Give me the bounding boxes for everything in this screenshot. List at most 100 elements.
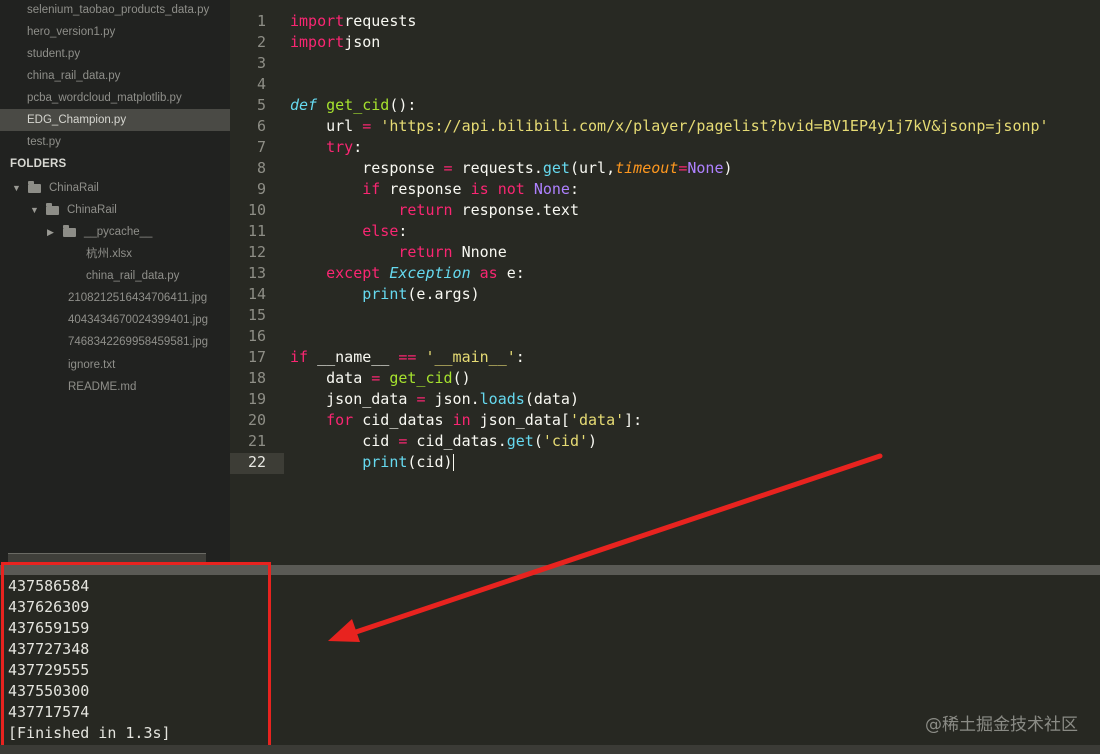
code-token: cid_datas xyxy=(353,411,453,429)
code-line[interactable]: for cid_datas in json_data['data']: xyxy=(290,410,642,431)
folder-icon xyxy=(63,224,76,237)
open-file-item[interactable]: selenium_taobao_products_data.py xyxy=(0,0,230,21)
tree-file[interactable]: china_rail_data.py xyxy=(86,265,179,287)
code-line[interactable]: print(e.args) xyxy=(290,284,479,305)
tree-file[interactable]: 杭州.xlsx xyxy=(86,243,132,265)
code-editor[interactable]: 1 2 3 4 5 6 7 8 9 10 11 12 13 14 15 16 17 18 19 20 21 22 impo… xyxy=(230,0,1100,565)
line-number: 8 xyxy=(256,159,266,177)
code-token: for xyxy=(326,411,354,429)
code-token: response xyxy=(290,159,444,177)
code-line[interactable]: return response.text xyxy=(290,200,579,221)
code-token: get_cid xyxy=(389,369,453,387)
tree-file[interactable]: ignore.txt xyxy=(68,354,115,376)
tree-file[interactable]: 4043434670024399401.jpg xyxy=(68,309,208,331)
status-bar xyxy=(0,745,1100,754)
code-token: json_data[ xyxy=(470,411,570,429)
code-token: 'https://api.bilibili.com/x/player/pagel… xyxy=(380,117,1049,135)
tree-file[interactable]: 7468342269958459581.jpg xyxy=(68,331,208,353)
code-line[interactable]: if response is not None: xyxy=(290,179,579,200)
code-line[interactable]: except Exception as e: xyxy=(290,263,525,284)
code-token: get xyxy=(506,432,534,450)
tree-folder[interactable]: ▼ ChinaRail xyxy=(12,177,99,199)
tree-item-label: 7468342269958459581.jpg xyxy=(68,336,209,348)
code-token: (): xyxy=(389,96,417,114)
line-number: 20 xyxy=(247,411,266,429)
line-number: 4 xyxy=(256,75,266,93)
code-token: None xyxy=(687,159,724,177)
code-line[interactable]: json_data = json.loads(data) xyxy=(290,389,579,410)
tree-item-label: 4043434670024399401.jpg xyxy=(68,314,209,326)
tree-folder[interactable]: ▶ __pycache__ xyxy=(47,221,152,243)
code-token: Exception xyxy=(389,264,471,282)
code-token: json xyxy=(344,33,381,51)
code-line[interactable]: importrequests xyxy=(290,11,416,32)
code-line[interactable]: url = 'https://api.bilibili.com/x/player… xyxy=(290,116,1049,137)
tree-file[interactable]: 2108212516434706411.jpg xyxy=(68,287,207,309)
code-token: requests. xyxy=(452,159,543,177)
line-number: 5 xyxy=(256,96,266,114)
code-token: '__main__' xyxy=(425,348,516,366)
tree-item-label: __pycache__ xyxy=(84,226,153,238)
open-file-item[interactable]: student.py xyxy=(0,43,230,65)
line-number: 18 xyxy=(247,369,266,387)
line-number: 12 xyxy=(247,243,266,261)
line-number: 2 xyxy=(256,33,266,51)
code-line[interactable]: data = get_cid() xyxy=(290,368,471,389)
chevron-right-icon[interactable]: ▶ xyxy=(47,221,57,243)
open-file-item[interactable]: pcba_wordcloud_matplotlib.py xyxy=(0,87,230,109)
tree-item-label: 杭州.xlsx xyxy=(86,248,132,260)
sidebar: selenium_taobao_products_data.py hero_ver… xyxy=(0,0,230,565)
code-line[interactable]: return Nnone xyxy=(290,242,507,263)
code-line[interactable]: cid = cid_datas.get('cid') xyxy=(290,431,597,452)
code-token: response.text xyxy=(452,201,579,219)
tree-folder[interactable]: ▼ ChinaRail xyxy=(30,199,117,221)
line-number: 10 xyxy=(247,201,266,219)
tree-item-label: README.md xyxy=(68,381,137,393)
open-file-item[interactable]: hero_version1.py xyxy=(0,21,230,43)
code-token: ( xyxy=(533,432,543,450)
code-token: () xyxy=(452,369,471,387)
code-token: try xyxy=(326,138,354,156)
code-token: (data) xyxy=(524,390,579,408)
line-number: 21 xyxy=(247,432,266,450)
open-file-item[interactable]: china_rail_data.py xyxy=(0,65,230,87)
code-token: None xyxy=(533,180,570,198)
code-line[interactable]: else: xyxy=(290,221,407,242)
code-line[interactable]: try: xyxy=(290,137,362,158)
code-token: get_cid xyxy=(326,96,390,114)
code-line[interactable]: print(cid) xyxy=(290,452,454,473)
code-token: (cid) xyxy=(407,453,453,471)
code-token: Nnone xyxy=(452,243,507,261)
line-number: 11 xyxy=(247,222,266,240)
code-line[interactable]: response = requests.get(url,timeout=None… xyxy=(290,158,732,179)
watermark: @稀土掘金技术社区 xyxy=(925,715,1078,735)
code-token: return xyxy=(398,201,453,219)
code-token: cid xyxy=(290,432,399,450)
line-number: 15 xyxy=(247,306,266,324)
tree-file[interactable]: README.md xyxy=(68,376,136,398)
code-line[interactable]: def get_cid(): xyxy=(290,95,416,116)
tree-item-label: ChinaRail xyxy=(49,182,99,194)
code-token: : xyxy=(515,348,525,366)
open-file-item[interactable]: EDG_Champion.py xyxy=(0,109,230,131)
text-cursor xyxy=(452,454,454,471)
open-file-item[interactable]: test.py xyxy=(0,131,230,153)
chevron-down-icon[interactable]: ▼ xyxy=(30,199,40,221)
line-number: 16 xyxy=(247,327,266,345)
tree-item-label: ChinaRail xyxy=(67,204,117,216)
code-line[interactable]: if __name__ == '__main__': xyxy=(290,347,525,368)
code-line[interactable]: importjson xyxy=(290,32,380,53)
chevron-down-icon[interactable]: ▼ xyxy=(12,177,22,199)
code-token: as xyxy=(479,264,498,282)
line-number: 22 xyxy=(247,453,266,471)
code-token: 'data' xyxy=(569,411,625,429)
code-token: : xyxy=(398,222,408,240)
